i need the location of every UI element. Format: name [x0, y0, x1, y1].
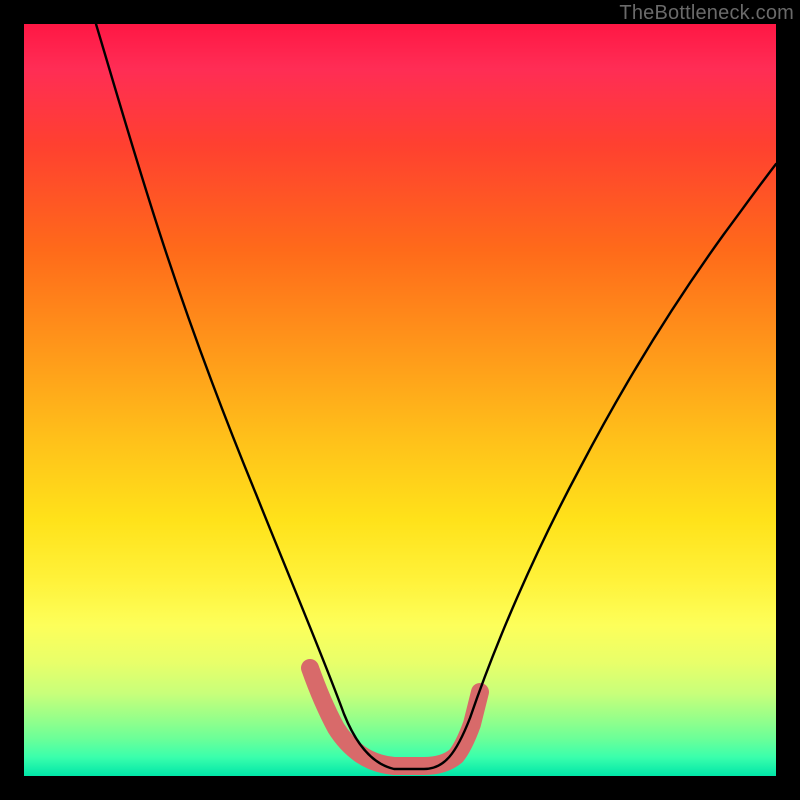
curve-layer: [24, 24, 776, 776]
watermark-text: TheBottleneck.com: [619, 2, 794, 25]
optimal-band-highlight: [310, 668, 480, 766]
plot-area: [24, 24, 776, 776]
bottleneck-curve: [96, 24, 776, 769]
chart-frame: TheBottleneck.com: [0, 0, 800, 800]
